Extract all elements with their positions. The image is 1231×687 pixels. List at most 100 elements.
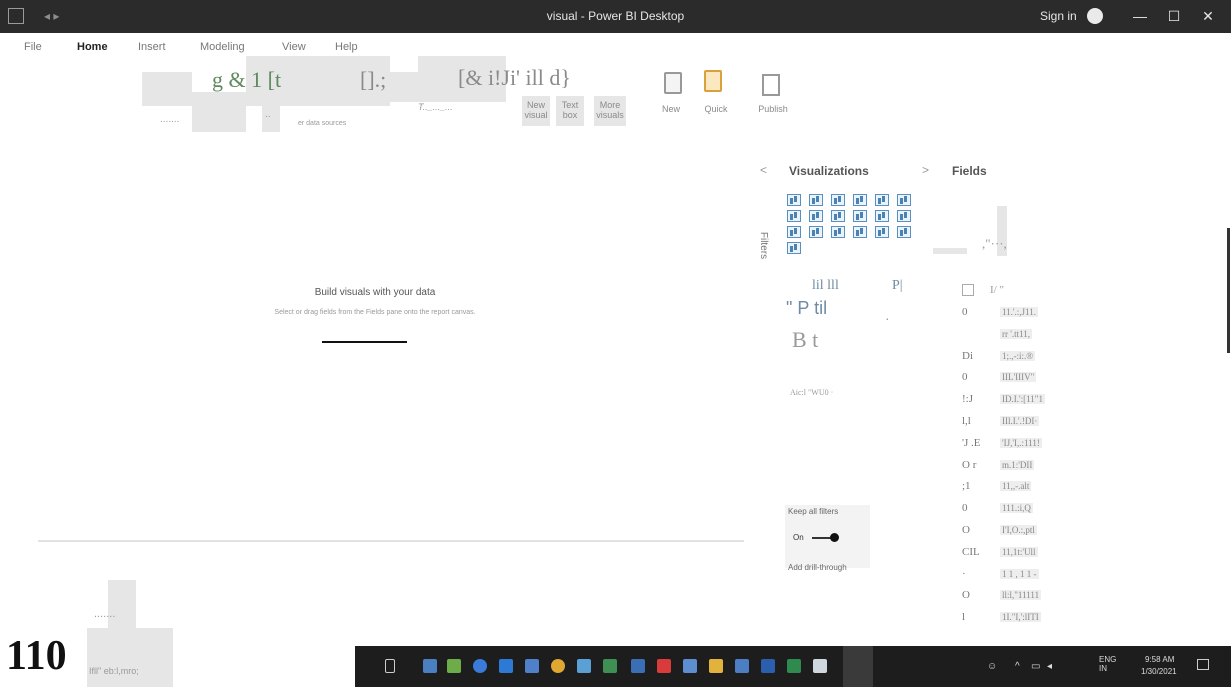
ribbon-chart-icon[interactable] — [875, 210, 889, 222]
filters-pane-tab[interactable]: Filters — [758, 232, 769, 259]
field-name[interactable]: rr '.tt11, — [1000, 328, 1033, 339]
more-visuals-button[interactable]: More visuals — [594, 100, 626, 120]
chevron-right-icon[interactable]: > — [922, 163, 929, 177]
fields-search[interactable]: I/ " — [990, 284, 1004, 296]
text-box-button[interactable]: Text box — [556, 100, 584, 120]
table-icon[interactable] — [664, 72, 682, 94]
field-icon[interactable]: O — [962, 524, 970, 536]
field-icon[interactable]: 0 — [962, 502, 968, 514]
quick-measure-button[interactable]: Quick — [700, 104, 732, 114]
active-app-highlight[interactable] — [843, 646, 873, 687]
calculator-icon[interactable] — [704, 70, 722, 92]
publish-icon[interactable] — [762, 74, 780, 96]
tab-modeling[interactable]: Modeling — [200, 41, 245, 53]
vscode-icon[interactable] — [499, 659, 513, 673]
minimize-button[interactable]: — — [1126, 6, 1154, 26]
clustered-column-icon[interactable] — [853, 194, 867, 206]
sign-in-link[interactable]: Sign in — [1040, 9, 1077, 23]
line-column-icon[interactable] — [853, 210, 867, 222]
donut-chart-icon[interactable] — [831, 226, 845, 238]
tab-file[interactable]: File — [24, 41, 42, 53]
edge-icon[interactable] — [473, 659, 487, 673]
app-icon[interactable] — [735, 659, 749, 673]
app-icon[interactable] — [683, 659, 697, 673]
task-view-icon[interactable] — [385, 659, 395, 673]
clock-date[interactable]: 1/30/2021 — [1141, 667, 1177, 676]
tab-home[interactable]: Home — [77, 41, 108, 53]
new-measure-button[interactable]: New — [655, 104, 687, 114]
treemap-icon[interactable] — [853, 226, 867, 238]
page-tab-label[interactable]: Ifll" eb:l,mro; — [89, 666, 139, 676]
area-chart-icon[interactable] — [809, 210, 823, 222]
map-icon[interactable] — [875, 226, 889, 238]
field-name[interactable]: 1I."I,':lITI — [1000, 612, 1041, 623]
publish-button[interactable]: Publish — [755, 104, 791, 114]
power-bi-icon[interactable] — [709, 659, 723, 673]
tab-insert[interactable]: Insert — [138, 41, 166, 53]
field-name[interactable]: I'I,O.:,ptl — [1000, 525, 1037, 535]
word-icon[interactable] — [761, 659, 775, 673]
stacked-bar-icon[interactable] — [787, 194, 801, 206]
field-name[interactable]: 11,1t:'Ull — [1000, 546, 1038, 557]
language-indicator[interactable]: ENG IN — [1099, 655, 1119, 673]
field-name[interactable]: 1 1 , 1 1 - — [1000, 568, 1039, 579]
percent-bar-icon[interactable] — [875, 194, 889, 206]
field-name[interactable]: ll:l,"11111 — [1000, 590, 1042, 601]
app-icon[interactable] — [525, 659, 539, 673]
waterfall-icon[interactable] — [897, 210, 911, 222]
tab-help[interactable]: Help — [335, 41, 358, 53]
clock-time[interactable]: 9:58 AM — [1145, 655, 1174, 664]
new-visual-button[interactable]: New visual — [522, 100, 550, 120]
scatter-icon[interactable] — [787, 226, 801, 238]
scrollbar[interactable] — [1227, 228, 1230, 353]
field-name[interactable]: 1;.,-:i:.® — [1000, 350, 1036, 361]
field-icon[interactable]: · — [962, 568, 966, 580]
field-name[interactable]: ID.I.':[11"1 — [1000, 394, 1045, 405]
percent-column-icon[interactable] — [897, 194, 911, 206]
app-icon[interactable] — [577, 659, 591, 673]
pie-chart-icon[interactable] — [809, 226, 823, 238]
data-sources-label[interactable]: er data sources — [298, 120, 346, 127]
field-icon[interactable]: O — [962, 589, 970, 601]
field-icon[interactable]: ;1 — [962, 480, 971, 492]
field-name[interactable]: m.1:'DII — [1000, 459, 1035, 470]
people-icon[interactable]: ☺ — [987, 661, 997, 672]
field-name[interactable]: 'IJ,'I,.:111! — [1000, 437, 1042, 448]
network-icon[interactable]: ▭ — [1031, 661, 1040, 672]
avatar[interactable] — [1087, 8, 1103, 24]
table-visual-icon[interactable] — [897, 226, 911, 238]
field-name[interactable]: 111.:i,Q — [1000, 503, 1033, 514]
file-explorer-icon[interactable] — [423, 659, 437, 673]
field-icon[interactable]: O r — [962, 459, 976, 471]
field-name[interactable]: IIl.I.'.!DI· — [1000, 416, 1040, 426]
field-icon[interactable]: 'J .E — [962, 437, 980, 449]
line-chart-icon[interactable] — [787, 210, 801, 222]
tab-view[interactable]: View — [282, 41, 306, 53]
close-button[interactable]: ✕ — [1194, 6, 1222, 26]
app-icon[interactable] — [813, 659, 827, 673]
stacked-column-icon[interactable] — [809, 194, 823, 206]
field-icon[interactable]: l,l — [962, 415, 971, 427]
field-icon[interactable]: 0 — [962, 371, 968, 383]
excel-icon[interactable] — [787, 659, 801, 673]
globe-icon[interactable] — [787, 242, 801, 254]
app-icon[interactable] — [631, 659, 645, 673]
page-number[interactable]: 110 — [6, 635, 67, 677]
clustered-bar-icon[interactable] — [831, 194, 845, 206]
field-name[interactable]: IIL'IIIV" — [1000, 372, 1037, 383]
field-icon[interactable]: Di — [962, 350, 973, 362]
field-icon[interactable]: !:J — [962, 393, 973, 405]
stacked-area-icon[interactable] — [831, 210, 845, 222]
field-icon[interactable]: l — [962, 611, 965, 623]
app-icon[interactable] — [603, 659, 617, 673]
app-icon[interactable] — [447, 659, 461, 673]
chrome-icon[interactable] — [551, 659, 565, 673]
search-box-icon[interactable] — [962, 284, 974, 296]
field-icon[interactable]: CIL — [962, 546, 980, 558]
chevron-up-icon[interactable]: ^ — [1015, 661, 1020, 672]
field-icon[interactable]: 0 — [962, 306, 968, 318]
collapse-icon[interactable]: < — [760, 163, 767, 177]
maximize-button[interactable]: ☐ — [1160, 6, 1188, 26]
field-name[interactable]: 11,,-.alt — [1000, 481, 1032, 492]
app-icon[interactable] — [657, 659, 671, 673]
